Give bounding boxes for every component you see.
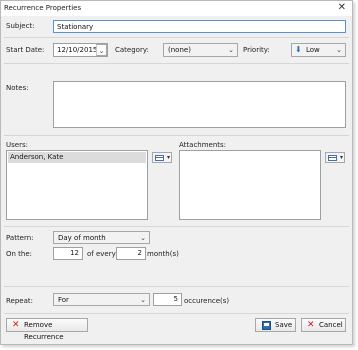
priority-select[interactable]: ⬇ Low ⌄ [291,43,346,57]
category-label: Category: [115,46,149,54]
window-title: Recurrence Properties [4,4,82,12]
dropdown-arrow-icon: ▾ [339,154,343,161]
priority-label: Priority: [243,46,270,54]
separator [4,135,349,136]
separator [4,226,349,227]
recurrence-dialog: Recurrence Properties ✕ Subject: Station… [0,0,353,345]
chevron-down-icon: ⌄ [140,234,146,242]
subject-value: Stationary [57,23,94,31]
repeat-label: Repeat: [6,297,33,305]
save-button[interactable]: Save [255,318,296,332]
chevron-down-icon: ⌄ [228,46,234,54]
chevron-down-icon: ⌄ [140,296,146,304]
attachments-picker-button[interactable]: ▾ [325,152,345,163]
pattern-value: Day of month [58,234,106,242]
start-date-label: Start Date: [6,46,45,54]
cancel-button[interactable]: ✕ Cancel [301,318,346,332]
notes-label: Notes: [6,84,29,92]
separator [4,286,349,287]
save-label: Save [275,321,293,329]
list-icon [328,155,337,161]
on-the-label: On the: [6,250,33,258]
priority-value: Low [306,46,320,54]
subject-label: Subject: [6,22,35,30]
category-select[interactable]: (none) ⌄ [163,43,238,57]
occurrence-count-input[interactable]: 5 [153,293,182,306]
separator [4,63,349,64]
title-bar: Recurrence Properties ✕ [1,1,352,16]
months-input[interactable]: 2 [116,247,146,260]
attachments-label: Attachments: [179,141,227,149]
start-date-value: 12/10/2015 [57,46,98,54]
pattern-label: Pattern: [6,234,34,242]
save-icon [262,321,271,330]
list-icon [155,155,164,161]
arrow-down-icon: ⬇ [295,45,302,54]
chevron-down-icon[interactable]: ⌄ [96,44,107,56]
list-item[interactable]: Anderson, Kate [8,152,146,163]
remove-recurrence-label: Remove Recurrence [24,321,64,341]
users-list[interactable]: Anderson, Kate [6,150,148,220]
months-suffix-label: month(s) [147,250,179,258]
category-value: (none) [168,46,191,54]
remove-recurrence-button[interactable]: ✕ Remove Recurrence [6,318,88,341]
chevron-down-icon: ⌄ [336,46,342,54]
occurrence-suffix-label: occurence(s) [184,297,230,305]
users-picker-button[interactable]: ▾ [152,152,172,163]
separator [4,37,349,38]
cancel-label: Cancel [319,321,343,329]
start-date-picker[interactable]: 12/10/2015 ⌄ [53,43,108,57]
pattern-select[interactable]: Day of month ⌄ [53,231,150,244]
repeat-select[interactable]: For ⌄ [53,293,150,306]
repeat-value: For [58,296,69,304]
separator [4,313,349,314]
dialog-body: Subject: Stationary Start Date: 12/10/20… [1,16,352,344]
attachments-list[interactable] [179,150,321,220]
close-icon: ✕ [307,320,315,330]
subject-input[interactable]: Stationary [53,20,346,33]
users-label: Users: [6,141,28,149]
notes-textarea[interactable] [53,81,346,128]
of-every-label: of every [87,250,116,258]
close-icon: ✕ [12,320,20,330]
dropdown-arrow-icon: ▾ [166,154,170,161]
close-icon[interactable]: ✕ [338,2,346,14]
day-input[interactable]: 12 [53,247,83,260]
